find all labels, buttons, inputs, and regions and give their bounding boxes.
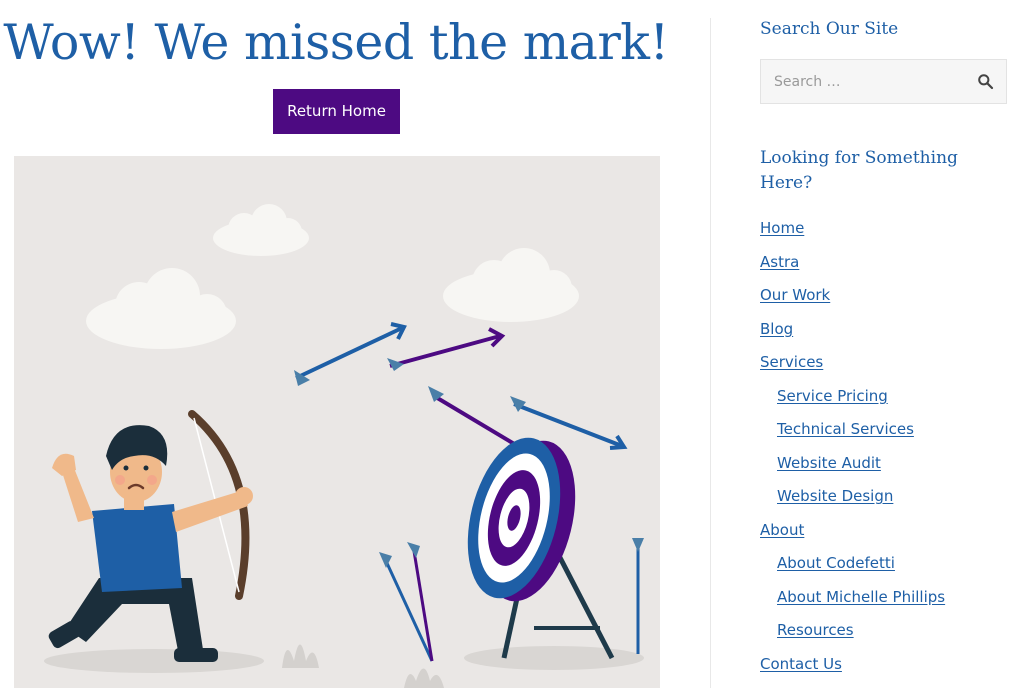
nav-link[interactable]: About Codefetti (777, 554, 895, 572)
search-icon[interactable] (977, 73, 994, 90)
nav-link[interactable]: Home (760, 219, 804, 237)
nav-link[interactable]: Our Work (760, 286, 830, 304)
cloud-illustration (213, 204, 309, 256)
nav-item-contact-us: Contact Us (760, 654, 842, 674)
nav-link[interactable]: Service Pricing (777, 387, 888, 405)
nav-link[interactable]: Resources (777, 621, 854, 639)
search-input[interactable] (761, 60, 974, 103)
nav-link[interactable]: Technical Services (777, 420, 914, 438)
nav-item-technical-services: Technical Services (777, 419, 914, 439)
nav-item-service-pricing: Service Pricing (777, 386, 888, 406)
cloud-illustration (86, 268, 236, 349)
nav-link[interactable]: Astra (760, 253, 799, 271)
archer-illustration (48, 410, 253, 662)
nav-item-resources: Resources (777, 620, 854, 640)
nav-item-website-audit: Website Audit (777, 453, 881, 473)
page-title: Wow! We missed the mark! (3, 14, 669, 71)
arrow-illustration (428, 386, 528, 453)
nav-item-astra: Astra (760, 252, 799, 272)
arrow-illustration (387, 327, 506, 371)
nav-widget-title: Looking for Something Here? (760, 148, 958, 193)
nav-item-services: Services (760, 352, 823, 372)
nav-link[interactable]: Blog (760, 320, 793, 338)
search-widget-title: Search Our Site (760, 19, 899, 39)
nav-link[interactable]: Services (760, 353, 823, 371)
arrow-illustration (294, 322, 407, 386)
main-content: Wow! We missed the mark! Return Home (0, 0, 710, 688)
missed-target-illustration (14, 156, 660, 688)
nav-link[interactable]: Contact Us (760, 655, 842, 673)
column-divider (710, 18, 711, 688)
search-form (760, 59, 1007, 104)
nav-item-blog: Blog (760, 319, 793, 339)
nav-link[interactable]: Website Audit (777, 454, 881, 472)
nav-link[interactable]: Website Design (777, 487, 893, 505)
nav-item-about-codefetti: About Codefetti (777, 553, 895, 573)
nav-link[interactable]: About (760, 521, 804, 539)
arrow-illustration (632, 538, 644, 654)
return-home-button[interactable]: Return Home (273, 89, 400, 134)
nav-item-about-michelle-phillips: About Michelle Phillips (777, 587, 945, 607)
cloud-illustration (443, 248, 579, 322)
arrow-illustration (407, 542, 434, 662)
nav-link[interactable]: About Michelle Phillips (777, 588, 945, 606)
nav-item-our-work: Our Work (760, 285, 830, 305)
nav-item-website-design: Website Design (777, 486, 893, 506)
nav-item-about: About (760, 520, 804, 540)
target-illustration (467, 437, 615, 660)
nav-item-home: Home (760, 218, 804, 238)
